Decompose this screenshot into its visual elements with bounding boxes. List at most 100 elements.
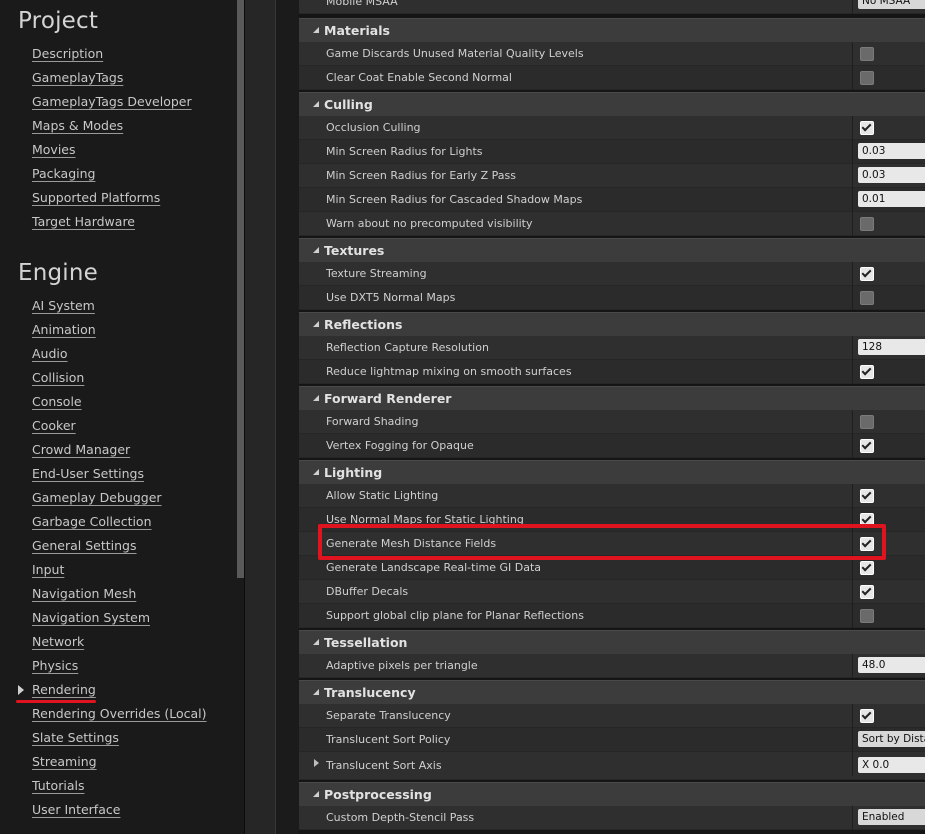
collapse-triangle-icon[interactable] bbox=[313, 689, 319, 695]
property-row-adaptive-pixels-per-triangle: Adaptive pixels per triangle 48.0 bbox=[299, 654, 925, 678]
sidebar-item-garbage-collection[interactable]: Garbage Collection bbox=[32, 514, 152, 529]
collapse-triangle-icon[interactable] bbox=[313, 321, 319, 327]
column-divider bbox=[852, 604, 853, 628]
sidebar-item-target-hardware[interactable]: Target Hardware bbox=[32, 214, 135, 229]
collapse-triangle-icon[interactable] bbox=[313, 639, 319, 645]
annotation-underline bbox=[16, 700, 96, 703]
category-textures[interactable]: Textures bbox=[299, 238, 925, 262]
min-screen-radius-for-lights-input[interactable]: 0.03 bbox=[858, 143, 925, 159]
property-row-min-screen-radius-for-cascaded-shadow-maps: Min Screen Radius for Cascaded Shadow Ma… bbox=[299, 188, 925, 212]
sidebar-item-rendering[interactable]: Rendering bbox=[32, 682, 96, 697]
category-reflections[interactable]: Reflections bbox=[299, 312, 925, 336]
allow-static-lighting-checkbox[interactable] bbox=[860, 489, 874, 503]
adaptive-pixels-per-triangle-input[interactable]: 48.0 bbox=[858, 657, 925, 673]
sidebar-item-physics[interactable]: Physics bbox=[32, 658, 78, 673]
sidebar-item-gameplaytags[interactable]: GameplayTags bbox=[32, 70, 123, 85]
collapse-triangle-icon[interactable] bbox=[313, 27, 319, 33]
sidebar-item-input[interactable]: Input bbox=[32, 562, 64, 577]
sidebar-item-tutorials[interactable]: Tutorials bbox=[32, 778, 84, 793]
sidebar-item-end-user-settings[interactable]: End-User Settings bbox=[32, 466, 144, 481]
property-row-min-screen-radius-for-early-z-pass: Min Screen Radius for Early Z Pass 0.03 bbox=[299, 164, 925, 188]
property-row-dbuffer-decals: DBuffer Decals bbox=[299, 580, 925, 604]
sidebar-item-description[interactable]: Description bbox=[32, 46, 103, 61]
sidebar-item-gameplay-debugger[interactable]: Gameplay Debugger bbox=[32, 490, 162, 505]
property-row-translucent-sort-policy: Translucent Sort Policy Sort by Distance bbox=[299, 728, 925, 752]
custom-depth-stencil-pass-dropdown[interactable]: Enabled bbox=[858, 809, 925, 825]
category-postprocessing[interactable]: Postprocessing bbox=[299, 782, 925, 806]
category-translucency[interactable]: Translucency bbox=[299, 680, 925, 704]
texture-streaming-checkbox[interactable] bbox=[860, 267, 874, 281]
property-label: Warn about no precomputed visibility bbox=[326, 217, 533, 230]
category-lighting[interactable]: Lighting bbox=[299, 460, 925, 484]
category-culling[interactable]: Culling bbox=[299, 92, 925, 116]
sidebar-item-navigation-mesh[interactable]: Navigation Mesh bbox=[32, 586, 136, 601]
reduce-lightmap-mixing-on-smooth-surfaces-checkbox[interactable] bbox=[860, 365, 874, 379]
category-forward-renderer[interactable]: Forward Renderer bbox=[299, 386, 925, 410]
sidebar-item-audio[interactable]: Audio bbox=[32, 346, 68, 361]
column-divider bbox=[852, 164, 853, 188]
vertex-fogging-for-opaque-checkbox[interactable] bbox=[860, 439, 874, 453]
sidebar-item-crowd-manager[interactable]: Crowd Manager bbox=[32, 442, 130, 457]
sidebar-item-collision[interactable]: Collision bbox=[32, 370, 84, 385]
sidebar-item-slate-settings[interactable]: Slate Settings bbox=[32, 730, 119, 745]
sidebar-item-ai-system[interactable]: AI System bbox=[32, 298, 95, 313]
collapse-triangle-icon[interactable] bbox=[313, 791, 319, 797]
support-global-clip-plane-for-planar-reflections-checkbox[interactable] bbox=[860, 609, 874, 623]
collapse-triangle-icon[interactable] bbox=[313, 395, 319, 401]
collapse-triangle-icon[interactable] bbox=[313, 469, 319, 475]
occlusion-culling-checkbox[interactable] bbox=[860, 121, 874, 135]
expand-triangle-icon[interactable] bbox=[314, 759, 319, 767]
clear-coat-enable-second-normal-checkbox[interactable] bbox=[860, 71, 874, 85]
property-label: DBuffer Decals bbox=[326, 585, 409, 598]
sidebar-item-gameplaytags-developer[interactable]: GameplayTags Developer bbox=[32, 94, 192, 109]
forward-shading-checkbox[interactable] bbox=[860, 415, 874, 429]
reflection-capture-resolution-input[interactable]: 128 bbox=[858, 339, 925, 355]
sidebar-item-network[interactable]: Network bbox=[32, 634, 84, 649]
sidebar-item-maps-modes[interactable]: Maps & Modes bbox=[32, 118, 123, 133]
property-label: Generate Landscape Real-time GI Data bbox=[326, 561, 542, 574]
property-label: Use DXT5 Normal Maps bbox=[326, 291, 456, 304]
dbuffer-decals-checkbox[interactable] bbox=[860, 585, 874, 599]
category-tessellation[interactable]: Tessellation bbox=[299, 630, 925, 654]
panel-margin bbox=[275, 0, 300, 834]
mobile-msaa-dropdown[interactable]: No MSAA bbox=[858, 0, 925, 9]
min-screen-radius-for-cascaded-shadow-maps-input[interactable]: 0.01 bbox=[858, 191, 925, 207]
sidebar-scrollbar[interactable] bbox=[237, 0, 244, 578]
section-title-project: Project bbox=[18, 8, 99, 34]
sidebar-item-cooker[interactable]: Cooker bbox=[32, 418, 76, 433]
translucent-sort-axis-input[interactable]: X 0.0 bbox=[858, 757, 925, 773]
category-label: Textures bbox=[324, 243, 385, 258]
collapse-triangle-icon[interactable] bbox=[313, 101, 319, 107]
property-label: Support global clip plane for Planar Ref… bbox=[326, 609, 584, 622]
sidebar-item-supported-platforms[interactable]: Supported Platforms bbox=[32, 190, 160, 205]
column-divider bbox=[852, 212, 853, 236]
property-row-separate-translucency: Separate Translucency bbox=[299, 704, 925, 728]
property-label: Adaptive pixels per triangle bbox=[326, 659, 478, 672]
sidebar-item-streaming[interactable]: Streaming bbox=[32, 754, 97, 769]
collapse-triangle-icon[interactable] bbox=[313, 247, 319, 253]
sidebar-item-animation[interactable]: Animation bbox=[32, 322, 96, 337]
sidebar-item-movies[interactable]: Movies bbox=[32, 142, 76, 157]
separate-translucency-checkbox[interactable] bbox=[860, 709, 874, 723]
sidebar-item-navigation-system[interactable]: Navigation System bbox=[32, 610, 150, 625]
category-label: Reflections bbox=[324, 317, 403, 332]
generate-landscape-real-time-gi-data-checkbox[interactable] bbox=[860, 561, 874, 575]
property-row-mobile-msaa: Mobile MSAA No MSAA bbox=[299, 0, 925, 14]
column-divider bbox=[852, 336, 853, 360]
property-label: Forward Shading bbox=[326, 415, 419, 428]
warn-about-no-precomputed-visibility-checkbox[interactable] bbox=[860, 217, 874, 231]
sidebar-item-user-interface[interactable]: User Interface bbox=[32, 802, 120, 817]
sidebar-item-rendering-overrides-local[interactable]: Rendering Overrides (Local) bbox=[32, 706, 207, 721]
column-divider bbox=[852, 752, 853, 776]
translucent-sort-policy-dropdown[interactable]: Sort by Distance bbox=[858, 731, 925, 747]
sidebar-item-packaging[interactable]: Packaging bbox=[32, 166, 95, 181]
min-screen-radius-for-early-z-pass-input[interactable]: 0.03 bbox=[858, 167, 925, 183]
splitter[interactable] bbox=[244, 0, 276, 834]
category-label: Translucency bbox=[324, 685, 416, 700]
category-materials[interactable]: Materials bbox=[299, 18, 925, 42]
use-dxt5-normal-maps-checkbox[interactable] bbox=[860, 291, 874, 305]
property-row-clear-coat-enable-second-normal: Clear Coat Enable Second Normal bbox=[299, 66, 925, 90]
game-discards-unused-material-quality-levels-checkbox[interactable] bbox=[860, 47, 874, 61]
sidebar-item-console[interactable]: Console bbox=[32, 394, 82, 409]
sidebar-item-general-settings[interactable]: General Settings bbox=[32, 538, 137, 553]
